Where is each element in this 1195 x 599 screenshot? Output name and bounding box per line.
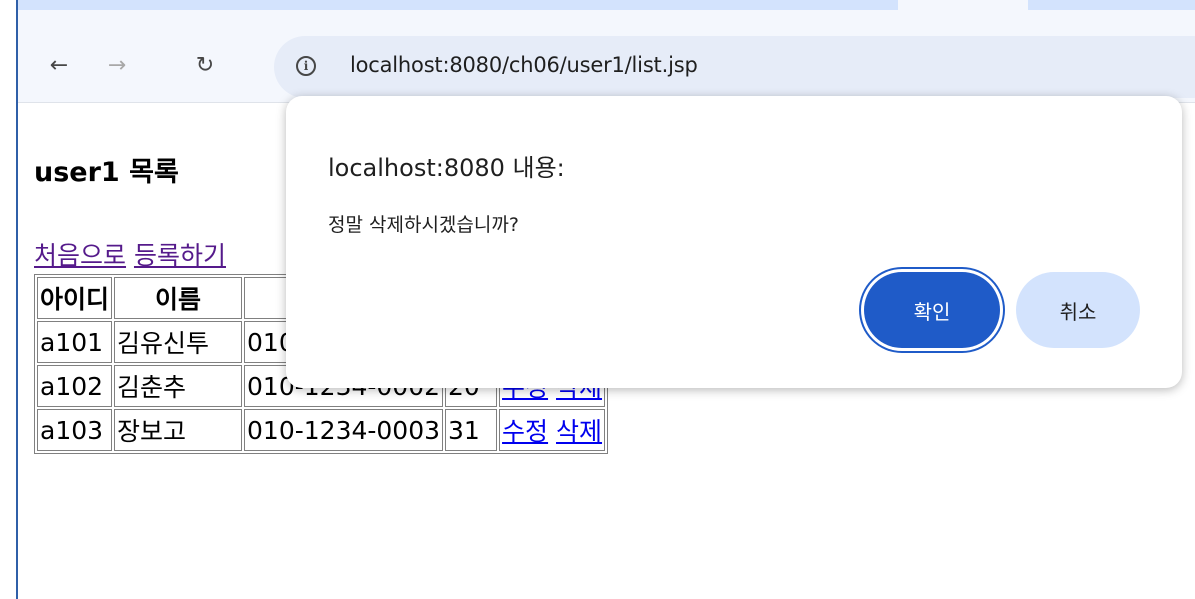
address-bar[interactable]: i localhost:8080/ch06/user1/list.jsp bbox=[274, 36, 1195, 98]
site-info-icon[interactable]: i bbox=[296, 56, 316, 76]
delete-link[interactable]: 삭제 bbox=[556, 417, 602, 446]
page-links: 처음으로 등록하기 bbox=[34, 236, 226, 272]
confirm-dialog: localhost:8080 내용: 정말 삭제하시겠습니까? 확인 취소 bbox=[286, 96, 1182, 388]
edit-link[interactable]: 수정 bbox=[502, 417, 548, 446]
cell-name: 김유신투 bbox=[114, 321, 243, 363]
cell-name: 김춘추 bbox=[114, 365, 243, 407]
dialog-message: 정말 삭제하시겠습니까? bbox=[328, 214, 519, 236]
active-tab[interactable] bbox=[898, 0, 1028, 10]
cell-id: a103 bbox=[37, 409, 113, 451]
cell-actions: 수정 삭제 bbox=[499, 409, 606, 451]
back-icon[interactable]: ← bbox=[46, 52, 72, 78]
browser-toolbar: ← → ↻ i localhost:8080/ch06/user1/list.j… bbox=[18, 10, 1195, 103]
home-link[interactable]: 처음으로 bbox=[34, 241, 126, 270]
cancel-button[interactable]: 취소 bbox=[1016, 272, 1140, 348]
ok-button[interactable]: 확인 bbox=[864, 272, 1000, 348]
cell-age: 31 bbox=[445, 409, 498, 451]
forward-icon[interactable]: → bbox=[104, 52, 130, 78]
cell-id: a101 bbox=[37, 321, 113, 363]
page-title: user1 목록 bbox=[34, 157, 179, 188]
cell-hp: 010-1234-0003 bbox=[244, 409, 444, 451]
dialog-title: localhost:8080 내용: bbox=[328, 154, 565, 182]
header-name: 이름 bbox=[114, 277, 243, 319]
header-id: 아이디 bbox=[37, 277, 113, 319]
tab-strip bbox=[18, 0, 1195, 10]
url-text[interactable]: localhost:8080/ch06/user1/list.jsp bbox=[350, 53, 698, 77]
register-link[interactable]: 등록하기 bbox=[134, 241, 226, 270]
cell-name: 장보고 bbox=[114, 409, 243, 451]
cell-id: a102 bbox=[37, 365, 113, 407]
table-row: a103 장보고 010-1234-0003 31 수정 삭제 bbox=[37, 409, 606, 451]
reload-icon[interactable]: ↻ bbox=[192, 52, 218, 78]
